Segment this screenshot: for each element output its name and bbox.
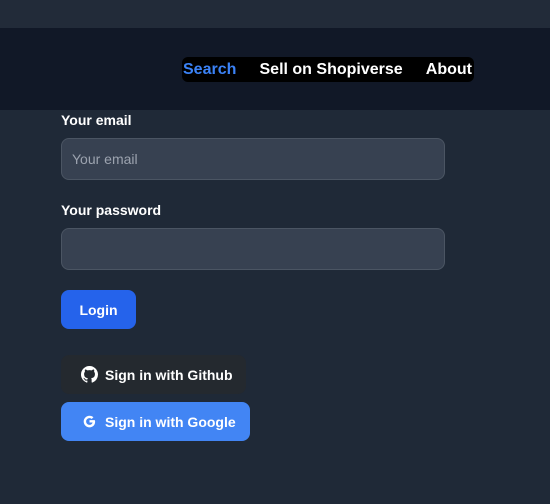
password-field[interactable] (61, 228, 445, 270)
github-signin-label: Sign in with Github (105, 366, 233, 383)
google-signin-button[interactable]: Sign in with Google (61, 402, 250, 441)
github-signin-button[interactable]: Sign in with Github (61, 355, 246, 394)
google-signin-label: Sign in with Google (105, 413, 236, 430)
top-strip (0, 0, 550, 28)
nav-link-about[interactable]: About (426, 57, 472, 82)
nav-link-search[interactable]: Search (183, 57, 236, 82)
github-icon (81, 366, 98, 383)
email-label: Your email (61, 112, 132, 128)
google-icon (81, 413, 98, 430)
password-label: Your password (61, 202, 162, 218)
nav-link-sell[interactable]: Sell on Shopiverse (260, 57, 403, 82)
login-button[interactable]: Login (61, 290, 136, 329)
nav-links: Search Sell on Shopiverse About (182, 57, 474, 82)
email-field[interactable] (61, 138, 445, 180)
